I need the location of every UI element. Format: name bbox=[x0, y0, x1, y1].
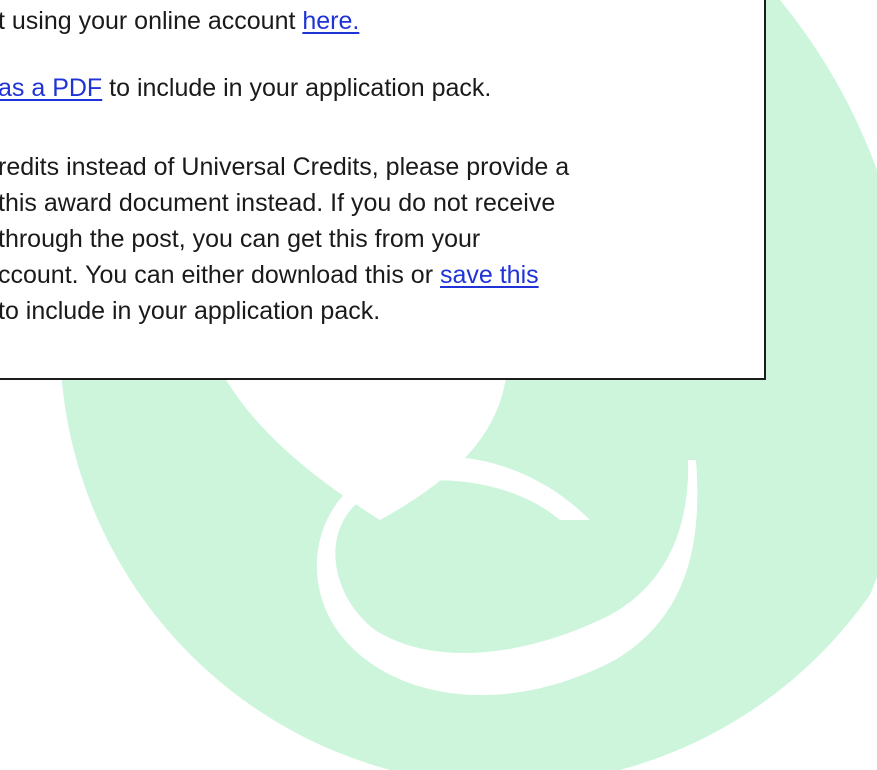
save-this-link[interactable]: save this bbox=[440, 261, 539, 289]
paragraph-3-line-5: to include in your application pack. bbox=[0, 297, 381, 325]
paragraph-3-line-2: this award document instead. If you do n… bbox=[0, 189, 556, 217]
paragraph-1-line-1: t using your online account here. bbox=[0, 6, 359, 36]
save-as-pdf-link[interactable]: as a PDF bbox=[0, 74, 102, 102]
paragraph-2-text: to include in your application pack. bbox=[102, 74, 492, 102]
info-callout-box: t using your online account here. as a P… bbox=[0, 0, 766, 380]
here-link[interactable]: here. bbox=[302, 7, 359, 35]
paragraph-2-line-1: as a PDF to include in your application … bbox=[0, 73, 491, 103]
paragraph-3-line-4: ccount. You can either download this or … bbox=[0, 260, 539, 290]
paragraph-1-text: t using your online account bbox=[0, 7, 303, 35]
paragraph-3-line-4-text: ccount. You can either download this or bbox=[0, 261, 440, 289]
paragraph-3-line-3: through the post, you can get this from … bbox=[0, 225, 481, 253]
paragraph-3-line-1: redits instead of Universal Credits, ple… bbox=[0, 153, 570, 181]
document-page: t using your online account here. as a P… bbox=[0, 0, 877, 770]
